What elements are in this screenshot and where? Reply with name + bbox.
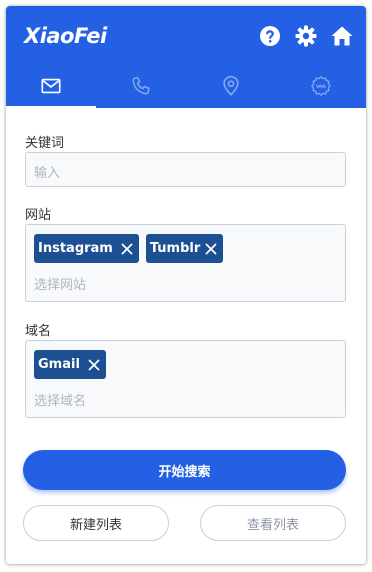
tab-phone[interactable]	[96, 64, 186, 108]
website-tags: Instagram Tumblr	[34, 234, 224, 263]
new-list-button[interactable]: 新建列表	[23, 505, 169, 541]
domain-select[interactable]: Gmail 选择域名	[25, 340, 346, 418]
app-panel: XiaoFei 关键词 输入 网站 Instagram Tumblr 选择网站 …	[6, 6, 366, 564]
help-icon[interactable]	[258, 24, 282, 48]
phone-icon	[132, 77, 150, 95]
tab-website[interactable]	[276, 64, 366, 108]
close-icon[interactable]	[88, 359, 100, 371]
tag-label: Tumblr	[149, 241, 201, 256]
website-select[interactable]: Instagram Tumblr 选择网站	[25, 224, 346, 302]
close-icon[interactable]	[121, 243, 133, 255]
tab-location[interactable]	[186, 64, 276, 108]
start-search-button[interactable]: 开始搜索	[23, 450, 346, 490]
tag-instagram: Instagram	[34, 234, 139, 263]
tag-label: Instagram	[38, 241, 113, 256]
domain-tags: Gmail	[34, 350, 106, 379]
mail-icon	[41, 78, 61, 94]
app-logo: XiaoFei	[24, 24, 107, 48]
view-list-button[interactable]: 查看列表	[200, 505, 346, 541]
tag-tumblr: Tumblr	[145, 234, 224, 263]
keyword-placeholder: 输入	[34, 166, 61, 181]
location-pin-icon	[223, 75, 239, 96]
tag-gmail: Gmail	[34, 350, 106, 379]
close-icon[interactable]	[205, 243, 217, 255]
website-placeholder: 选择网站	[34, 278, 87, 293]
keyword-input[interactable]: 输入	[25, 152, 346, 187]
www-badge-icon	[311, 76, 331, 96]
tag-label: Gmail	[38, 357, 80, 372]
header: XiaoFei	[6, 6, 366, 108]
website-label: 网站	[25, 208, 52, 223]
tab-bar	[6, 64, 366, 108]
domain-placeholder: 选择域名	[34, 394, 87, 409]
keyword-label: 关键词	[25, 136, 65, 151]
header-actions	[258, 24, 354, 48]
tab-email[interactable]	[6, 64, 96, 108]
home-icon[interactable]	[330, 24, 354, 48]
gear-icon[interactable]	[294, 24, 318, 48]
domain-label: 域名	[25, 324, 52, 339]
